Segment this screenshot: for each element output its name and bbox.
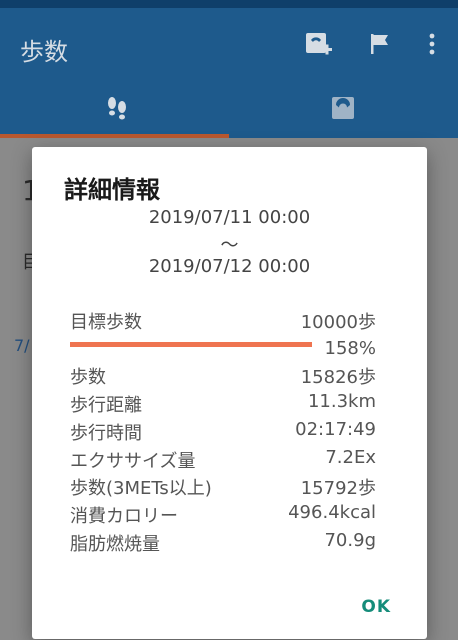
date-from: 2019/07/11 00:00 xyxy=(148,207,311,228)
stat-label: 歩行時間 xyxy=(70,423,142,444)
stat-value: 496.4kcal xyxy=(288,502,376,523)
goal-value: 10000歩 xyxy=(300,312,376,333)
dialog-title: 詳細情報 xyxy=(64,176,160,204)
status-bar xyxy=(0,0,458,8)
date-to: 2019/07/12 00:00 xyxy=(148,256,311,277)
goal-progress-bar xyxy=(70,342,312,347)
goal-percent: 158% xyxy=(324,338,376,359)
stat-label: 消費カロリー xyxy=(70,506,178,527)
stat-row-steps: 歩数 15826歩 xyxy=(70,363,376,389)
stat-row-calories: 消費カロリー 496.4kcal xyxy=(70,502,376,528)
tab-steps[interactable] xyxy=(0,76,229,138)
scale-add-icon[interactable] xyxy=(304,30,332,58)
app-title: 歩数 xyxy=(20,38,68,66)
footprints-icon xyxy=(108,97,126,120)
ok-button[interactable]: OK xyxy=(361,597,391,617)
stat-label: 歩数 xyxy=(70,367,106,388)
app-bar: 歩数 xyxy=(0,8,458,76)
goal-progress-fill xyxy=(70,342,312,347)
stat-value: 7.2Ex xyxy=(325,447,376,468)
stat-row-steps-3mets: 歩数(3METs以上) 15792歩 xyxy=(70,474,376,500)
stat-label: 歩数(3METs以上) xyxy=(70,478,212,499)
stat-value: 15792歩 xyxy=(300,478,376,499)
stat-label: 脂肪燃焼量 xyxy=(70,534,160,555)
flag-icon[interactable] xyxy=(366,30,394,58)
date-separator: 〜 xyxy=(220,235,239,256)
tab-bar xyxy=(0,76,458,138)
stat-label: 歩行距離 xyxy=(70,395,142,416)
goal-label: 目標歩数 xyxy=(70,312,142,333)
stat-value: 70.9g xyxy=(324,530,376,551)
detail-dialog: 詳細情報 2019/07/11 00:00 〜 2019/07/12 00:00… xyxy=(32,147,427,639)
stat-row-fat-burn: 脂肪燃焼量 70.9g xyxy=(70,530,376,556)
background-date-link: 7/ xyxy=(14,336,30,355)
scale-icon xyxy=(332,97,354,119)
stat-row-walking-time: 歩行時間 02:17:49 xyxy=(70,419,376,445)
more-vert-icon[interactable] xyxy=(418,30,446,58)
stat-value: 02:17:49 xyxy=(295,419,376,440)
stat-label: エクササイズ量 xyxy=(70,451,196,472)
stat-value: 11.3km xyxy=(307,391,376,412)
stat-value: 15826歩 xyxy=(300,367,376,388)
stat-row-exercise: エクササイズ量 7.2Ex xyxy=(70,447,376,473)
stat-row-distance: 歩行距離 11.3km xyxy=(70,391,376,417)
tab-weight[interactable] xyxy=(229,76,458,138)
goal-row: 目標歩数 10000歩 xyxy=(70,308,376,334)
